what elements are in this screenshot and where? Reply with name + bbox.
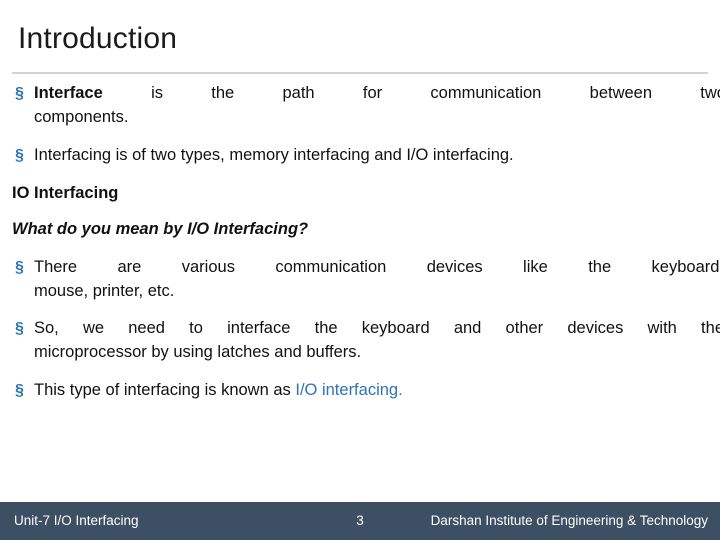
bullet-line-continuation: microprocessor by using latches and buff… — [34, 343, 362, 362]
bullet-marker-icon: § — [15, 146, 24, 164]
bullet-item-devices: § There are various communication device… — [12, 256, 720, 304]
section-heading-io-interfacing: IO Interfacing — [12, 183, 119, 202]
page-title: Introduction — [18, 22, 178, 55]
bullet-line-continuation: components. — [34, 107, 129, 126]
slide: Introduction § Interface is the path for… — [0, 0, 720, 540]
io-interfacing-link: I/O interfacing. — [295, 381, 403, 400]
bullet-keyword: Interface — [34, 84, 103, 102]
bullet-line: There are various communication devices … — [34, 257, 720, 276]
bullet-item-interface: § Interface is the path for communicatio… — [12, 82, 720, 130]
section-question: What do you mean by I/O Interfacing? — [12, 219, 309, 238]
slide-content: § Interface is the path for communicatio… — [12, 82, 720, 409]
bullet-marker-icon: § — [15, 258, 24, 276]
bullet-item-latches-buffers: § So, we need to interface the keyboard … — [12, 317, 720, 365]
bullet-line-continuation: mouse, printer, etc. — [34, 281, 175, 300]
bullet-line: So, we need to interface the keyboard an… — [34, 319, 720, 338]
slide-footer: Unit-7 I/O Interfacing 3 Darshan Institu… — [0, 502, 720, 540]
bullet-text: is the path for communication between tw… — [151, 84, 720, 102]
bullet-line: Interface is the path for communication … — [34, 82, 720, 106]
bullet-marker-icon: § — [15, 85, 24, 102]
bullet-text: This type of interfacing is known as — [34, 381, 296, 400]
bullet-item-types: § Interfacing is of two types, memory in… — [12, 144, 712, 168]
bullet-item-known-as: § This type of interfacing is known as I… — [12, 379, 720, 403]
bullet-marker-icon: § — [15, 382, 24, 400]
title-divider — [12, 72, 708, 74]
bullet-marker-icon: § — [15, 320, 24, 338]
bullet-text: Interfacing is of two types, memory inte… — [34, 145, 514, 164]
footer-institute-label: Darshan Institute of Engineering & Techn… — [430, 513, 708, 528]
